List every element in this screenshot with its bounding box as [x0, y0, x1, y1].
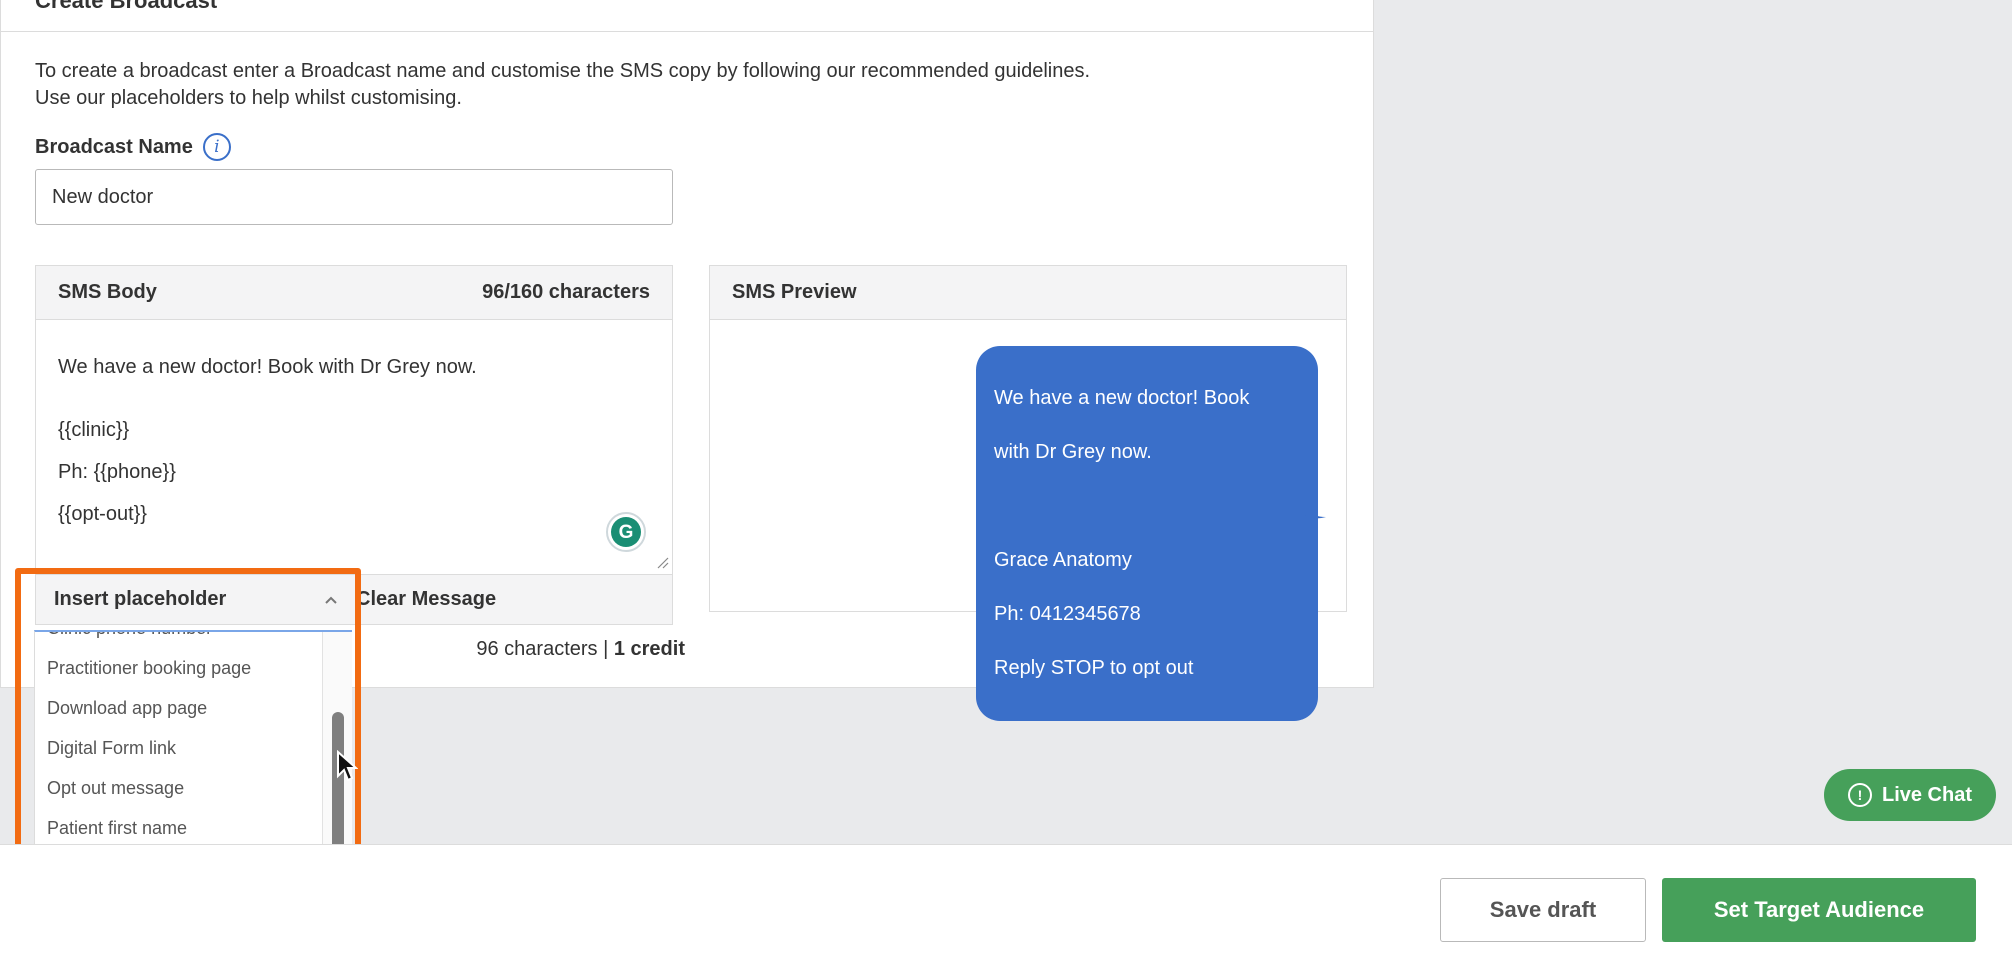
create-broadcast-card: Create Broadcast To create a broadcast e…	[0, 0, 1374, 721]
preview-line-5: Reply STOP to opt out	[994, 657, 1194, 679]
preview-line-3: Grace Anatomy	[994, 549, 1132, 571]
intro-line-1: To create a broadcast enter a Broadcast …	[35, 60, 1091, 82]
sms-preview-bubble: We have a new doctor! Book with Dr Grey …	[976, 346, 1318, 721]
summary-chars: 96 characters	[476, 638, 598, 660]
placeholder-option-patient-first-name[interactable]: Patient first name	[35, 808, 352, 845]
message-summary: 96 characters | 1 credit	[476, 638, 685, 661]
broadcast-name-input[interactable]	[35, 169, 673, 225]
intro-line-2: Use our placeholders to help whilst cust…	[35, 87, 462, 109]
mouse-cursor-icon	[337, 750, 358, 782]
sms-body-line-2: {{clinic}}	[58, 419, 130, 441]
preview-line-1: We have a new doctor! Book	[994, 387, 1250, 409]
chat-info-icon: !	[1847, 783, 1872, 807]
set-target-audience-button[interactable]: Set Target Audience	[1662, 878, 1976, 942]
sms-preview-header: SMS Preview	[710, 266, 1346, 320]
placeholder-option-practitioner-booking[interactable]: Practitioner booking page	[35, 648, 352, 688]
clear-message-button[interactable]: Clear Message	[356, 588, 496, 611]
preview-line-4: Ph: 0412345678	[994, 603, 1141, 625]
grammarly-icon[interactable]: G	[606, 512, 646, 552]
sms-preview-panel: SMS Preview We have a new doctor! Book w…	[709, 265, 1347, 721]
card-header: Create Broadcast	[1, 0, 1373, 32]
page-title: Create Broadcast	[35, 0, 218, 13]
sms-body-panel: SMS Body 96/160 characters We have a new…	[35, 265, 673, 625]
sms-preview-title: SMS Preview	[732, 281, 857, 303]
sms-body-line-1: We have a new doctor! Book with Dr Grey …	[58, 356, 477, 378]
sms-body-title: SMS Body	[58, 281, 157, 303]
placeholder-option-clinic-phone[interactable]: Clinic phone number	[35, 632, 352, 648]
intro-text: To create a broadcast enter a Broadcast …	[35, 58, 1090, 112]
chevron-up-icon	[325, 596, 337, 604]
placeholder-option-opt-out[interactable]: Opt out message	[35, 768, 352, 808]
bubble-tail-icon	[1302, 499, 1326, 519]
broadcast-name-label: Broadcast Name	[35, 135, 193, 158]
sms-body-header: SMS Body 96/160 characters	[36, 266, 672, 320]
summary-credit: 1 credit	[613, 638, 685, 660]
sms-body-line-4: {{opt-out}}	[58, 503, 147, 525]
live-chat-button[interactable]: ! Live Chat	[1824, 769, 1996, 821]
resize-handle-icon[interactable]	[657, 557, 669, 569]
summary-separator: |	[597, 638, 614, 660]
preview-line-2: with Dr Grey now.	[994, 441, 1152, 463]
broadcast-name-label-row: Broadcast Name i	[35, 133, 231, 161]
sms-body-actions: Insert placeholder Clear Message	[36, 574, 672, 624]
character-count: 96/160 characters	[482, 281, 650, 303]
live-chat-label: Live Chat	[1881, 783, 1973, 806]
insert-placeholder-label: Insert placeholder	[54, 588, 227, 610]
save-draft-button[interactable]: Save draft	[1440, 878, 1646, 942]
placeholder-option-digital-form[interactable]: Digital Form link	[35, 728, 352, 768]
dropdown-scrollbar[interactable]	[322, 632, 352, 845]
placeholder-options-list[interactable]: Clinic phone number Practitioner booking…	[34, 630, 352, 845]
sms-body-line-3: Ph: {{phone}}	[58, 461, 176, 483]
sms-body-textarea[interactable]: We have a new doctor! Book with Dr Grey …	[36, 320, 672, 572]
insert-placeholder-dropdown[interactable]: Insert placeholder	[36, 575, 356, 625]
info-icon[interactable]: i	[202, 133, 231, 161]
placeholder-option-download-app[interactable]: Download app page	[35, 688, 352, 728]
